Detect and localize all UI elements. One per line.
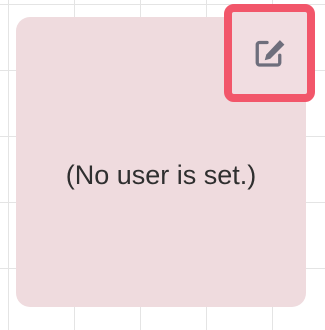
edit-icon bbox=[255, 40, 284, 67]
no-user-message: (No user is set.) bbox=[65, 160, 257, 190]
edit-button[interactable] bbox=[224, 4, 315, 102]
